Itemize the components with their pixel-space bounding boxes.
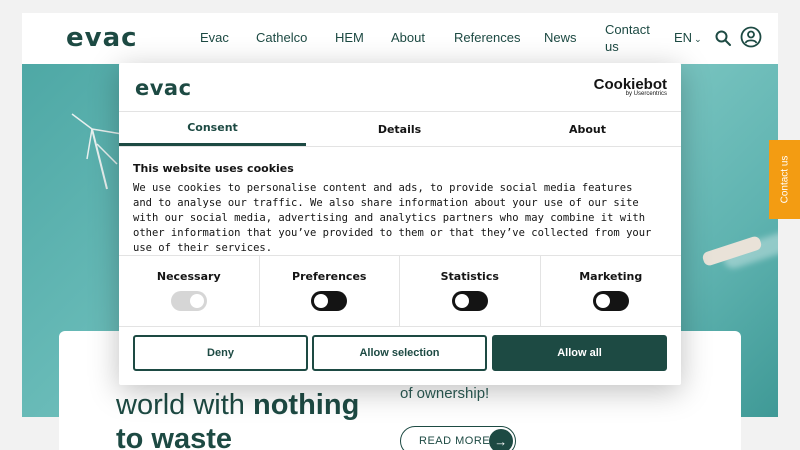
necessary-toggle <box>170 291 207 311</box>
nav-item-about[interactable]: About <box>391 30 425 45</box>
headline-bold: nothing <box>253 389 360 421</box>
toggle-label-necessary: Necessary <box>156 270 221 283</box>
headline-bold-line2: to waste <box>116 423 233 450</box>
dialog-title: This website uses cookies <box>133 162 294 175</box>
nav-item-news[interactable]: News <box>544 30 577 45</box>
allow-selection-button[interactable]: Allow selection <box>312 335 487 371</box>
wind-turbine-graphic <box>71 113 123 190</box>
read-more-label: READ MORE <box>419 435 491 447</box>
language-selector[interactable]: EN ⌄ <box>674 30 702 45</box>
cookiebot-logo[interactable]: Cookiebot by Usercentrics <box>594 76 667 97</box>
contact-side-tab[interactable]: Contact us <box>769 140 800 219</box>
hero-subtext: of ownership! <box>400 385 490 402</box>
main-nav: Evac Cathelco HEM About References News … <box>22 13 778 64</box>
consent-tabs: Consent Details About <box>119 112 681 146</box>
divider <box>119 146 681 147</box>
nav-item-hem[interactable]: HEM <box>335 30 364 45</box>
chevron-down-icon: ⌄ <box>694 34 702 44</box>
language-label: EN <box>674 30 693 45</box>
deny-button[interactable]: Deny <box>133 335 308 371</box>
nav-item-references[interactable]: References <box>454 30 520 45</box>
search-icon[interactable] <box>714 29 732 47</box>
user-account-icon[interactable] <box>740 26 762 48</box>
toggle-cell-statistics: Statistics <box>400 255 541 326</box>
contact-side-tab-label: Contact us <box>779 155 790 204</box>
marketing-toggle[interactable] <box>592 291 629 311</box>
toggle-cell-marketing: Marketing <box>541 255 682 326</box>
toggle-cell-preferences: Preferences <box>260 255 400 326</box>
preferences-toggle[interactable] <box>311 291 348 311</box>
toggle-label-preferences: Preferences <box>292 270 367 283</box>
statistics-toggle[interactable] <box>451 291 488 311</box>
arrow-right-icon: → <box>489 429 513 450</box>
dialog-logo: evac <box>135 76 192 100</box>
read-more-button[interactable]: READ MORE → <box>400 426 516 450</box>
divider <box>119 326 681 327</box>
nav-item-evac[interactable]: Evac <box>200 30 229 45</box>
tab-about[interactable]: About <box>494 112 681 146</box>
toggle-label-marketing: Marketing <box>579 270 643 283</box>
tab-consent[interactable]: Consent <box>119 112 306 146</box>
allow-all-button[interactable]: Allow all <box>492 335 667 371</box>
site-header: evac Evac Cathelco HEM About References … <box>22 13 778 64</box>
dialog-body-text: We use cookies to personalise content an… <box>133 182 652 254</box>
headline-text: world with <box>116 389 253 421</box>
hero-headline: world with nothing to waste <box>116 388 359 450</box>
toggle-label-statistics: Statistics <box>440 270 499 283</box>
toggle-cell-necessary: Necessary <box>119 255 260 326</box>
nav-item-cathelco[interactable]: Cathelco <box>256 30 307 45</box>
tab-details[interactable]: Details <box>306 112 493 146</box>
cookie-consent-dialog: evac Cookiebot by Usercentrics Consent D… <box>119 63 681 385</box>
nav-item-contact[interactable]: Contact us <box>605 21 655 55</box>
cookie-category-toggles: Necessary Preferences Statistics Marketi… <box>119 255 681 326</box>
